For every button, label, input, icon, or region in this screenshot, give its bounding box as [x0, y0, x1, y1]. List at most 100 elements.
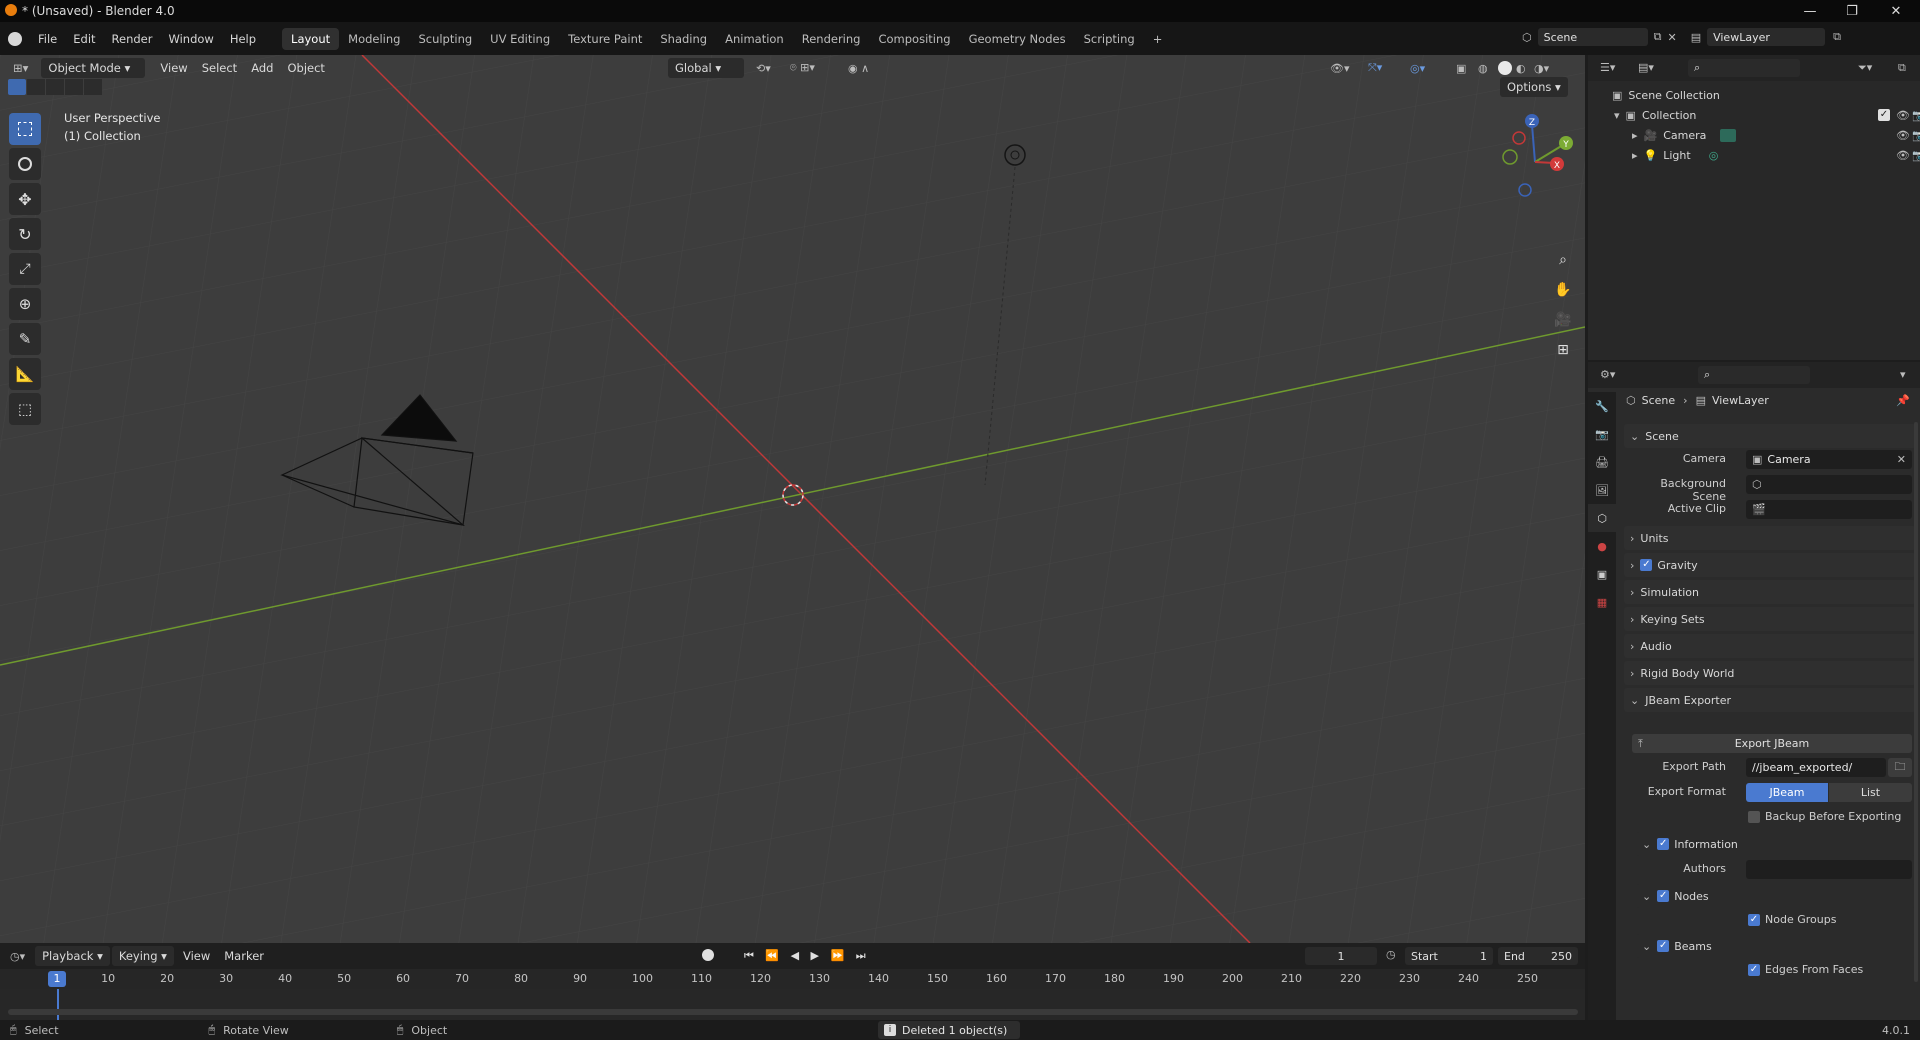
units-panel-header[interactable]: › Units — [1624, 526, 1916, 550]
scene-tab-icon[interactable]: ⬡ — [1588, 504, 1616, 532]
minimize-button[interactable]: — — [1788, 0, 1832, 22]
viewport-visibility-icon[interactable]: 👁▾ — [1330, 62, 1350, 75]
view-layer-tab-icon[interactable]: 🖼 — [1588, 476, 1616, 504]
status-message-box[interactable]: i Deleted 1 object(s) — [878, 1021, 1020, 1039]
pivot-icon[interactable]: ⟲▾ — [756, 62, 771, 75]
scene-icon[interactable]: ⬡ — [1522, 31, 1532, 44]
current-frame-field[interactable]: 1 — [1305, 947, 1377, 965]
gravity-panel-header[interactable]: › ✓ Gravity — [1624, 553, 1916, 577]
collection-visibility-icon[interactable]: 👁 — [1896, 109, 1910, 122]
select-intersect-icon[interactable] — [84, 79, 102, 95]
filter-icon[interactable]: ⏷▾ — [1858, 61, 1872, 75]
information-subpanel-header[interactable]: ⌄ ✓ Information — [1636, 832, 1916, 856]
tab-sculpting[interactable]: Sculpting — [409, 28, 481, 50]
active-clip-field[interactable]: 🎬 — [1746, 500, 1912, 519]
record-icon[interactable] — [702, 949, 714, 961]
snap-icon[interactable]: ⌾ ⊞▾ — [790, 61, 815, 75]
keying-menu[interactable]: Keying ▾ — [111, 946, 174, 966]
transform-orientation[interactable]: Global ▾ — [668, 58, 744, 78]
timeline-scrollbar[interactable] — [8, 1009, 1578, 1015]
tab-geometry-nodes[interactable]: Geometry Nodes — [960, 28, 1075, 50]
outliner-search-input[interactable]: ⌕ — [1688, 59, 1800, 77]
tab-shading[interactable]: Shading — [651, 28, 716, 50]
beams-subpanel-header[interactable]: ⌄ ✓ Beams — [1636, 934, 1916, 958]
proportional-edit-icon[interactable]: ◉ ∧ — [848, 62, 869, 75]
render-tab-icon[interactable]: 📷 — [1588, 420, 1616, 448]
scene-field[interactable]: Scene — [1537, 28, 1648, 46]
options-dropdown[interactable]: Options ▾ — [1500, 77, 1568, 97]
measure-icon[interactable]: 📐 — [9, 358, 41, 390]
blender-menu-icon[interactable] — [8, 31, 22, 46]
scene-panel-header[interactable]: ⌄ Scene — [1624, 424, 1916, 448]
move-icon[interactable]: ✥ — [9, 183, 41, 215]
restore-button[interactable]: ❐ — [1830, 0, 1874, 22]
output-tab-icon[interactable]: 🖨 — [1588, 448, 1616, 476]
nodes-checkbox[interactable]: ✓ — [1657, 890, 1670, 902]
overlay-toggle-icon[interactable]: ◎▾ — [1410, 62, 1425, 75]
audio-panel-header[interactable]: › Audio — [1624, 634, 1916, 658]
light-data-icon[interactable]: ◎ — [1709, 149, 1719, 162]
information-checkbox[interactable]: ✓ — [1657, 838, 1670, 850]
properties-scrollbar[interactable] — [1914, 422, 1918, 982]
scale-icon[interactable]: ⤢ — [9, 253, 41, 285]
texture-tab-icon[interactable]: ▦ — [1588, 588, 1616, 616]
xray-icon[interactable]: ▣ — [1456, 62, 1466, 75]
frame-ruler[interactable]: 1 10 20 30 40 50 60 70 80 90 100 110 120 130 140 150 160… — [0, 969, 1585, 989]
viewport-scene[interactable] — [0, 55, 1585, 943]
beams-checkbox[interactable]: ✓ — [1657, 940, 1670, 952]
select-new-icon[interactable] — [8, 79, 26, 95]
format-jbeam-option[interactable]: JBeam — [1746, 783, 1828, 802]
format-list-option[interactable]: List — [1829, 783, 1912, 802]
current-frame-marker[interactable]: 1 — [48, 971, 66, 987]
menu-help[interactable]: Help — [222, 29, 264, 49]
view-layer-field[interactable]: ViewLayer — [1707, 28, 1826, 46]
shading-wireframe-icon[interactable]: ◍ — [1478, 62, 1488, 75]
export-path-input[interactable]: //jbeam_exported/ — [1746, 758, 1886, 777]
edges-from-faces-option[interactable]: ✓ Edges From Faces — [1748, 963, 1863, 976]
properties-options-icon[interactable]: ▾ — [1900, 368, 1906, 381]
playback-menu[interactable]: Playback ▾ — [35, 946, 110, 966]
outliner-camera[interactable]: ▸ 🎥 Camera 👁 📷 — [1632, 125, 1920, 145]
node-groups-checkbox[interactable]: ✓ — [1748, 913, 1760, 926]
tab-rendering[interactable]: Rendering — [793, 28, 870, 50]
expand-light-icon[interactable]: ▸ — [1632, 149, 1638, 162]
collection-render-icon[interactable]: 📷 — [1912, 109, 1920, 122]
outliner-scene-collection[interactable]: ▣ Scene Collection — [1612, 85, 1720, 105]
scene-camera-field[interactable]: ▣ Camera ✕ — [1746, 450, 1912, 469]
outliner-light[interactable]: ▸ 💡 Light ◎ 👁 📷 — [1632, 145, 1920, 165]
new-scene-icon[interactable]: ⧉ — [1654, 30, 1662, 44]
editor-type-icon[interactable]: ⊞▾ — [6, 61, 35, 75]
cursor-icon[interactable] — [9, 148, 41, 180]
preview-range-icon[interactable]: ◷ — [1386, 948, 1396, 961]
select-box-icon[interactable] — [9, 113, 41, 145]
playback-controls[interactable]: ⏮ ⏪ ◀ ▶ ⏩ ⏭ — [744, 949, 870, 963]
browse-folder-icon[interactable]: 🗀 — [1888, 758, 1912, 777]
shading-solid-icon[interactable] — [1498, 61, 1512, 75]
delete-scene-icon[interactable]: ✕ — [1667, 31, 1676, 44]
tab-texture-paint[interactable]: Texture Paint — [559, 28, 651, 50]
camera-data-icon[interactable] — [1720, 128, 1737, 142]
axis-gizmo[interactable]: Z Y X — [1490, 107, 1580, 197]
viewport-menu-object[interactable]: Object — [280, 61, 331, 75]
pan-hand-icon[interactable]: ✋ — [1550, 277, 1576, 303]
world-tab-icon[interactable]: ● — [1588, 532, 1616, 560]
perspective-toggle-icon[interactable]: ⊞ — [1550, 337, 1576, 363]
expand-camera-icon[interactable]: ▸ — [1632, 129, 1638, 142]
new-collection-icon[interactable]: ⧉ — [1898, 61, 1906, 75]
close-window-button[interactable]: ✕ — [1874, 0, 1918, 22]
start-frame-field[interactable]: Start 1 — [1405, 947, 1493, 965]
add-workspace-button[interactable]: + — [1144, 28, 1172, 50]
mode-selector[interactable]: Object Mode ▾ — [41, 58, 146, 78]
clear-camera-icon[interactable]: ✕ — [1897, 453, 1906, 466]
light-visibility-icon[interactable]: 👁 — [1896, 149, 1910, 162]
camera-visibility-icon[interactable]: 👁 — [1896, 129, 1910, 142]
backup-checkbox[interactable] — [1748, 810, 1760, 823]
keying-sets-panel-header[interactable]: › Keying Sets — [1624, 607, 1916, 631]
camera-render-icon[interactable]: 📷 — [1912, 129, 1920, 142]
export-jbeam-button[interactable]: ⤒ Export JBeam — [1632, 734, 1912, 753]
tab-compositing[interactable]: Compositing — [869, 28, 959, 50]
pin-icon[interactable]: 📌 — [1896, 394, 1910, 407]
collection-exclude-checkbox[interactable]: ✓ — [1878, 109, 1890, 121]
node-groups-option[interactable]: ✓ Node Groups — [1748, 913, 1836, 926]
properties-editor-type-icon[interactable]: ⚙▾ — [1600, 368, 1615, 381]
